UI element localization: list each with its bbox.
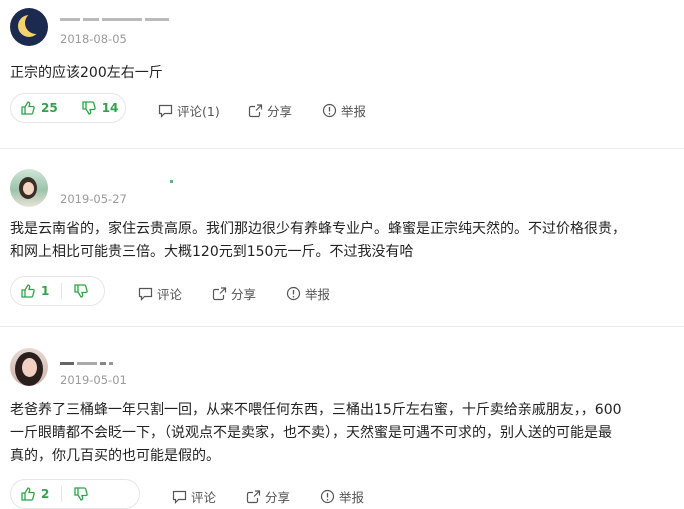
share-button[interactable]: 分享 bbox=[212, 284, 256, 303]
avatar[interactable] bbox=[10, 169, 48, 207]
answer-text-line: 一斤眼睛都不会眨一下，（说观点不是卖家，也不卖），天然蜜是可遇不可求的，别人送的… bbox=[10, 425, 612, 441]
thumbs-down-icon bbox=[74, 487, 89, 501]
comment-button[interactable]: 评论(1) bbox=[158, 101, 220, 120]
report-button[interactable]: 举报 bbox=[320, 487, 364, 506]
thumbs-up-icon bbox=[21, 487, 35, 501]
thumbs-up-icon bbox=[21, 101, 35, 115]
answer-content: 老爸养了三桶蜂一年只割一回，从来不喂任何东西，三桶出15斤左右蜜，十斤卖给亲戚朋… bbox=[10, 399, 622, 468]
answer-text-line: 我是云南省的，家住云贵高原。我们那边很少有养蜂专业户。蜂蜜是正宗纯天然的。不过价… bbox=[10, 221, 626, 237]
vote-box: 2 bbox=[10, 479, 140, 509]
vote-box: 1 bbox=[10, 276, 105, 306]
answer-content: 正宗的应该200左右一斤 bbox=[10, 62, 163, 85]
share-label: 分享 bbox=[267, 104, 293, 119]
share-label: 分享 bbox=[265, 490, 291, 505]
answer-divider bbox=[0, 326, 684, 327]
comment-icon bbox=[172, 490, 187, 504]
report-icon bbox=[286, 286, 301, 301]
dislike-button[interactable] bbox=[74, 284, 89, 298]
share-button[interactable]: 分享 bbox=[248, 101, 292, 120]
answer-content: 我是云南省的，家住云贵高原。我们那边很少有养蜂专业户。蜂蜜是正宗纯天然的。不过价… bbox=[10, 218, 626, 264]
thumbs-down-icon bbox=[82, 101, 96, 115]
avatar[interactable] bbox=[10, 8, 48, 46]
like-count: 25 bbox=[41, 101, 58, 115]
avatar[interactable] bbox=[10, 348, 48, 386]
comment-button[interactable]: 评论 bbox=[138, 284, 182, 303]
report-button[interactable]: 举报 bbox=[322, 101, 366, 120]
username-blurred[interactable] bbox=[170, 174, 176, 184]
share-icon bbox=[246, 489, 261, 503]
dislike-button[interactable]: 14 bbox=[82, 101, 119, 115]
answer-date: 2018-08-05 bbox=[60, 32, 127, 46]
answer-divider bbox=[0, 148, 684, 149]
report-button[interactable]: 举报 bbox=[286, 284, 330, 303]
report-label: 举报 bbox=[305, 287, 331, 302]
answer-date: 2019-05-01 bbox=[60, 373, 127, 387]
answer-text-line: 真的，你几百买的也可能是假的。 bbox=[10, 448, 220, 464]
report-label: 举报 bbox=[341, 104, 367, 119]
like-count: 1 bbox=[41, 284, 50, 298]
comment-icon bbox=[158, 104, 173, 118]
thumbs-up-icon bbox=[21, 284, 35, 298]
report-icon bbox=[322, 103, 337, 118]
thumbs-down-icon bbox=[74, 284, 89, 298]
answer-date: 2019-05-27 bbox=[60, 192, 127, 206]
answer-text-line: 和网上相比可能贵三倍。大概120元到150元一斤。不过我没有哈 bbox=[10, 244, 414, 260]
share-icon bbox=[212, 286, 227, 300]
report-icon bbox=[320, 489, 335, 504]
username-blurred[interactable] bbox=[60, 12, 172, 22]
comment-icon bbox=[138, 287, 153, 301]
like-button[interactable]: 2 bbox=[21, 487, 49, 501]
dislike-count: 14 bbox=[101, 101, 119, 115]
comment-label: 评论 bbox=[157, 287, 183, 302]
share-button[interactable]: 分享 bbox=[246, 487, 290, 506]
answer-text-line: 正宗的应该200左右一斤 bbox=[10, 65, 163, 81]
username-blurred[interactable] bbox=[60, 356, 116, 366]
comment-button[interactable]: 评论 bbox=[172, 487, 216, 506]
share-label: 分享 bbox=[231, 287, 257, 302]
vote-box: 25 14 bbox=[10, 93, 126, 123]
answer-text-line: 老爸养了三桶蜂一年只割一回，从来不喂任何东西，三桶出15斤左右蜜，十斤卖给亲戚朋… bbox=[10, 402, 622, 418]
comment-label: 评论(1) bbox=[177, 104, 220, 119]
share-icon bbox=[248, 103, 263, 117]
comment-label: 评论 bbox=[191, 490, 217, 505]
report-label: 举报 bbox=[339, 490, 365, 505]
like-button[interactable]: 1 bbox=[21, 284, 49, 298]
like-button[interactable]: 25 bbox=[21, 101, 58, 115]
dislike-button[interactable] bbox=[74, 487, 89, 501]
like-count: 2 bbox=[41, 487, 50, 501]
